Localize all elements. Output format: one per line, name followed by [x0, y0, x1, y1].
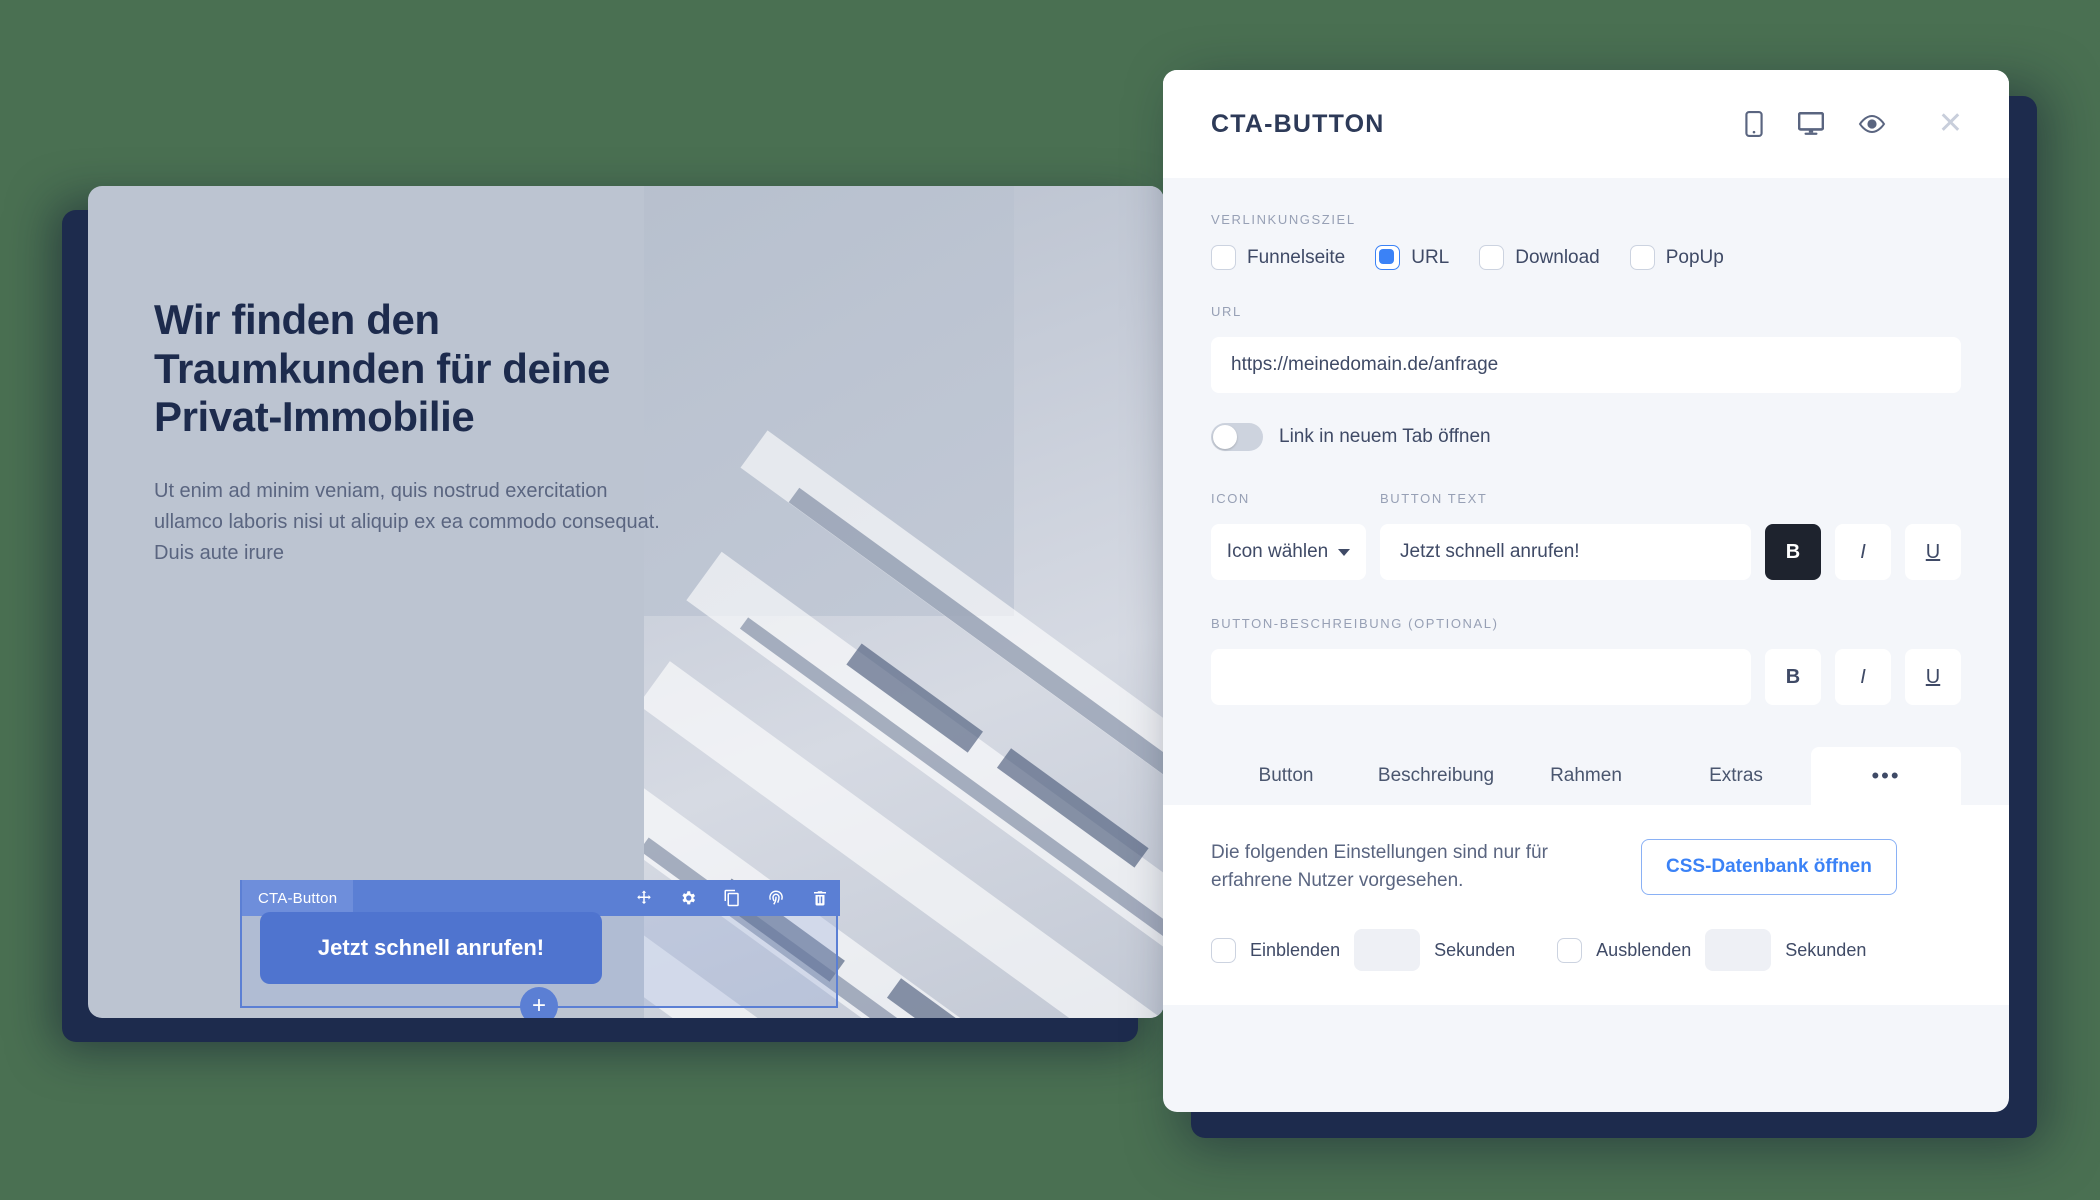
new-tab-toggle-row: Link in neuem Tab öffnen	[1211, 423, 1961, 451]
fingerprint-icon[interactable]	[766, 888, 786, 908]
option-popup[interactable]: PopUp	[1629, 245, 1724, 270]
panel-header: CTA-BUTTON ✕	[1163, 70, 2009, 178]
url-input[interactable]	[1211, 337, 1961, 393]
link-target-label: VERLINKUNGSZIEL	[1211, 212, 1356, 227]
checkbox-einblenden[interactable]	[1211, 937, 1236, 963]
add-element-button[interactable]: +	[520, 987, 558, 1018]
underline-button[interactable]: U	[1905, 524, 1961, 580]
url-field-label: URL	[1211, 304, 1242, 319]
panel-body: VERLINKUNGSZIEL Funnelseite URL Download…	[1163, 178, 2009, 805]
bold-button[interactable]: B	[1765, 649, 1821, 705]
bold-button[interactable]: B	[1765, 524, 1821, 580]
fade-out-seconds-input[interactable]	[1705, 929, 1772, 971]
tab-more-label: •••	[1871, 763, 1901, 788]
photo-window	[886, 978, 1031, 1018]
option-download[interactable]: Download	[1479, 245, 1600, 270]
tab-extras[interactable]: Extras	[1661, 747, 1811, 805]
gear-icon[interactable]	[678, 888, 698, 908]
checkbox-url[interactable]	[1375, 245, 1401, 270]
checkbox-funnelseite[interactable]	[1211, 245, 1236, 270]
tab-beschreibung[interactable]: Beschreibung	[1361, 747, 1511, 805]
description-label: BUTTON-BESCHREIBUNG (OPTIONAL)	[1211, 616, 1499, 631]
landing-page-preview-card: Wir finden den Traumkunden für deine Pri…	[88, 186, 1164, 1018]
panel-header-icons: ✕	[1744, 109, 1963, 139]
italic-button[interactable]: I	[1835, 649, 1891, 705]
element-toolbar-actions	[634, 880, 830, 916]
description-section: BUTTON-BESCHREIBUNG (OPTIONAL) B I U	[1211, 616, 1961, 705]
icon-select[interactable]: Icon wählen	[1211, 524, 1366, 580]
underline-button[interactable]: U	[1905, 649, 1961, 705]
icon-and-text-row: ICON Icon wählen BUTTON TEXT B I U	[1211, 491, 1961, 580]
fade-out-label: Ausblenden	[1596, 939, 1692, 960]
option-funnelseite[interactable]: Funnelseite	[1211, 245, 1345, 270]
open-css-database-button[interactable]: CSS-Datenbank öffnen	[1641, 839, 1897, 895]
cta-button-preview[interactable]: Jetzt schnell anrufen!	[260, 912, 602, 984]
tab-rahmen[interactable]: Rahmen	[1511, 747, 1661, 805]
option-url[interactable]: URL	[1375, 245, 1449, 270]
advanced-settings-note: Die folgenden Einstellungen sind nur für…	[1163, 805, 2009, 895]
hero-subtext: Ut enim ad minim veniam, quis nostrud ex…	[154, 480, 660, 565]
new-tab-toggle[interactable]	[1211, 423, 1263, 451]
settings-tabs: Button Beschreibung Rahmen Extras •••	[1211, 747, 1961, 805]
move-icon[interactable]	[634, 888, 654, 908]
fade-out-group: Ausblenden Sekunden	[1557, 929, 1866, 971]
toggle-knob	[1213, 425, 1237, 449]
mobile-icon[interactable]	[1744, 111, 1764, 137]
selected-element-frame[interactable]: CTA-Button Jetzt schnell anrufen! +	[240, 880, 840, 1018]
desktop-icon[interactable]	[1797, 112, 1824, 136]
fade-in-group: Einblenden Sekunden	[1211, 929, 1515, 971]
button-text-label: BUTTON TEXT	[1380, 491, 1488, 506]
tab-button[interactable]: Button	[1211, 747, 1361, 805]
element-toolbar: CTA-Button	[242, 880, 840, 916]
cta-button-settings-panel: CTA-BUTTON ✕ VERLINKUNGSZIEL Funnelseite…	[1163, 70, 2009, 1112]
icon-field-column: ICON Icon wählen	[1211, 491, 1366, 580]
page-title: Wir finden den Traumkunden für deine Pri…	[154, 296, 610, 441]
fade-in-seconds-input[interactable]	[1354, 929, 1421, 971]
italic-button[interactable]: I	[1835, 524, 1891, 580]
close-icon[interactable]: ✕	[1938, 109, 1963, 139]
checkbox-download[interactable]	[1479, 245, 1505, 270]
fade-in-unit: Sekunden	[1434, 939, 1516, 960]
option-label: Funnelseite	[1247, 246, 1346, 268]
icon-select-value: Icon wählen	[1226, 541, 1329, 562]
option-label: Download	[1515, 246, 1600, 268]
fade-out-unit: Sekunden	[1785, 939, 1867, 960]
element-tag-label: CTA-Button	[242, 880, 354, 916]
new-tab-toggle-label: Link in neuem Tab öffnen	[1279, 426, 1491, 447]
button-text-input[interactable]	[1380, 524, 1751, 580]
option-label: PopUp	[1665, 246, 1724, 268]
checkbox-ausblenden[interactable]	[1557, 937, 1583, 963]
duplicate-icon[interactable]	[722, 888, 742, 908]
link-target-options: Funnelseite URL Download PopUp	[1211, 245, 1961, 270]
button-text-column: BUTTON TEXT	[1380, 491, 1751, 580]
timing-row: Einblenden Sekunden Ausblenden Sekunden	[1163, 895, 2009, 1005]
chevron-down-icon	[1338, 548, 1351, 556]
advanced-note-text: Die folgenden Einstellungen sind nur für…	[1211, 842, 1548, 891]
icon-field-label: ICON	[1211, 491, 1250, 506]
option-label: URL	[1411, 246, 1450, 268]
checkbox-popup[interactable]	[1629, 245, 1655, 270]
fade-in-label: Einblenden	[1250, 939, 1341, 960]
description-row: B I U	[1211, 649, 1961, 705]
trash-icon[interactable]	[810, 888, 830, 908]
panel-title: CTA-BUTTON	[1211, 109, 1385, 138]
description-format-group: B I U	[1765, 649, 1961, 705]
tab-more[interactable]: •••	[1811, 747, 1961, 805]
description-input[interactable]	[1211, 649, 1751, 705]
eye-icon[interactable]	[1858, 114, 1886, 134]
button-text-format-group: B I U	[1765, 524, 1961, 580]
